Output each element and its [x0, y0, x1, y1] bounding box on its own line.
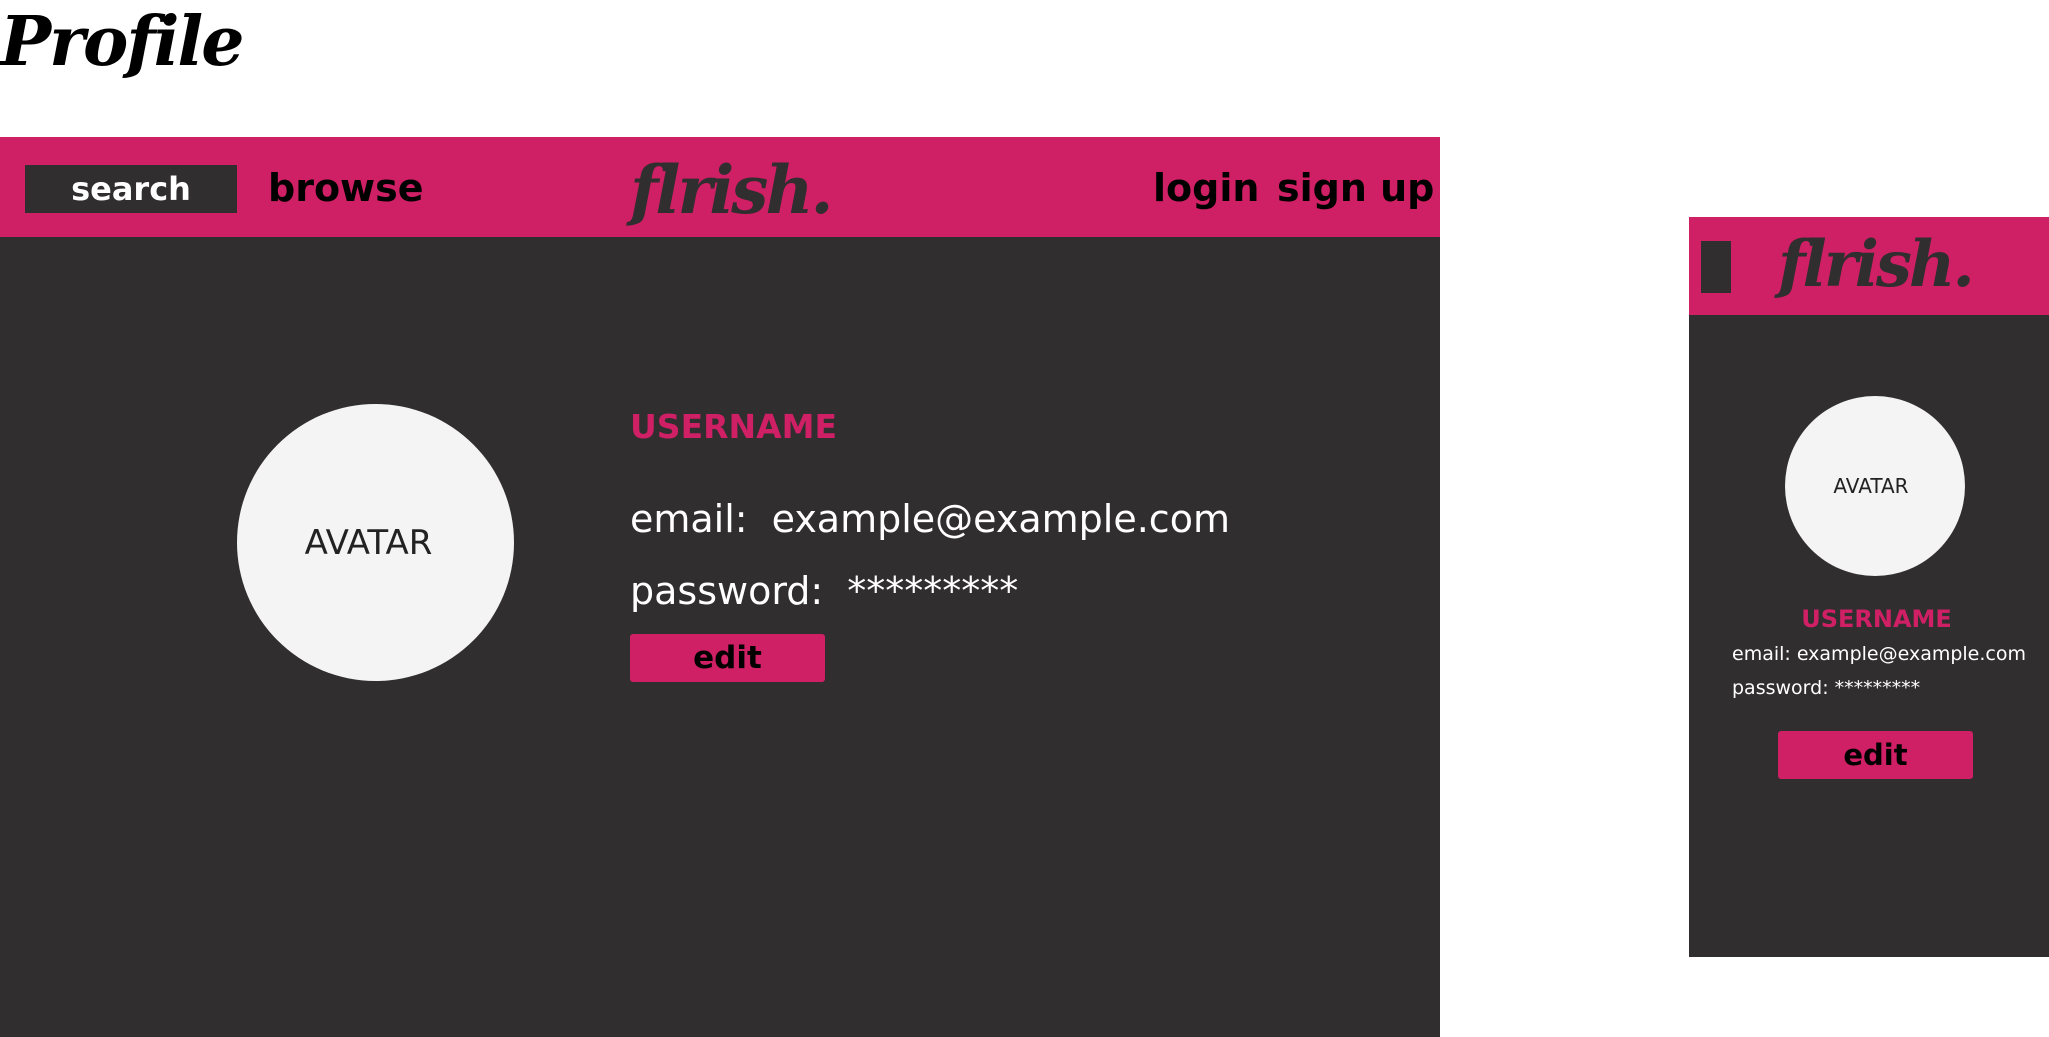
avatar-label: AVATAR [1833, 474, 1909, 498]
password-row: password: ********* [630, 569, 1018, 613]
edit-button[interactable]: edit [630, 634, 825, 682]
password-row: password: ********* [1732, 677, 1920, 699]
desktop-navbar: search browse flrish. login sign up [0, 137, 1440, 237]
menu-icon[interactable] [1701, 241, 1731, 293]
password-label: password: [630, 569, 824, 613]
email-label: email: [1732, 643, 1791, 665]
page-title: Profile [0, 2, 244, 82]
email-value: example@example.com [771, 497, 1230, 541]
password-value: ********* [847, 569, 1019, 613]
email-value: example@example.com [1796, 643, 2026, 665]
email-row: email: example@example.com [1732, 643, 2026, 665]
brand-logo[interactable]: flrish. [1778, 233, 1975, 297]
mobile-navbar: flrish. [1689, 217, 2049, 315]
email-label: email: [630, 497, 748, 541]
browse-link[interactable]: browse [268, 163, 424, 213]
username: USERNAME [1801, 605, 1952, 633]
desktop-mockup: search browse flrish. login sign up AVAT… [0, 137, 1440, 1037]
avatar: AVATAR [1785, 396, 1965, 576]
avatar: AVATAR [237, 404, 514, 681]
edit-button[interactable]: edit [1778, 731, 1973, 779]
mobile-mockup: flrish. AVATAR USERNAME email: example@ex… [1689, 217, 2049, 957]
username: USERNAME [630, 407, 838, 446]
avatar-label: AVATAR [304, 522, 433, 563]
password-value: ********* [1834, 677, 1921, 699]
signup-link[interactable]: sign up [1277, 163, 1434, 213]
login-link[interactable]: login [1153, 163, 1259, 213]
password-label: password: [1732, 677, 1829, 699]
brand-logo[interactable]: flrish. [630, 157, 833, 223]
email-row: email: example@example.com [630, 497, 1230, 541]
search-button[interactable]: search [25, 165, 237, 213]
